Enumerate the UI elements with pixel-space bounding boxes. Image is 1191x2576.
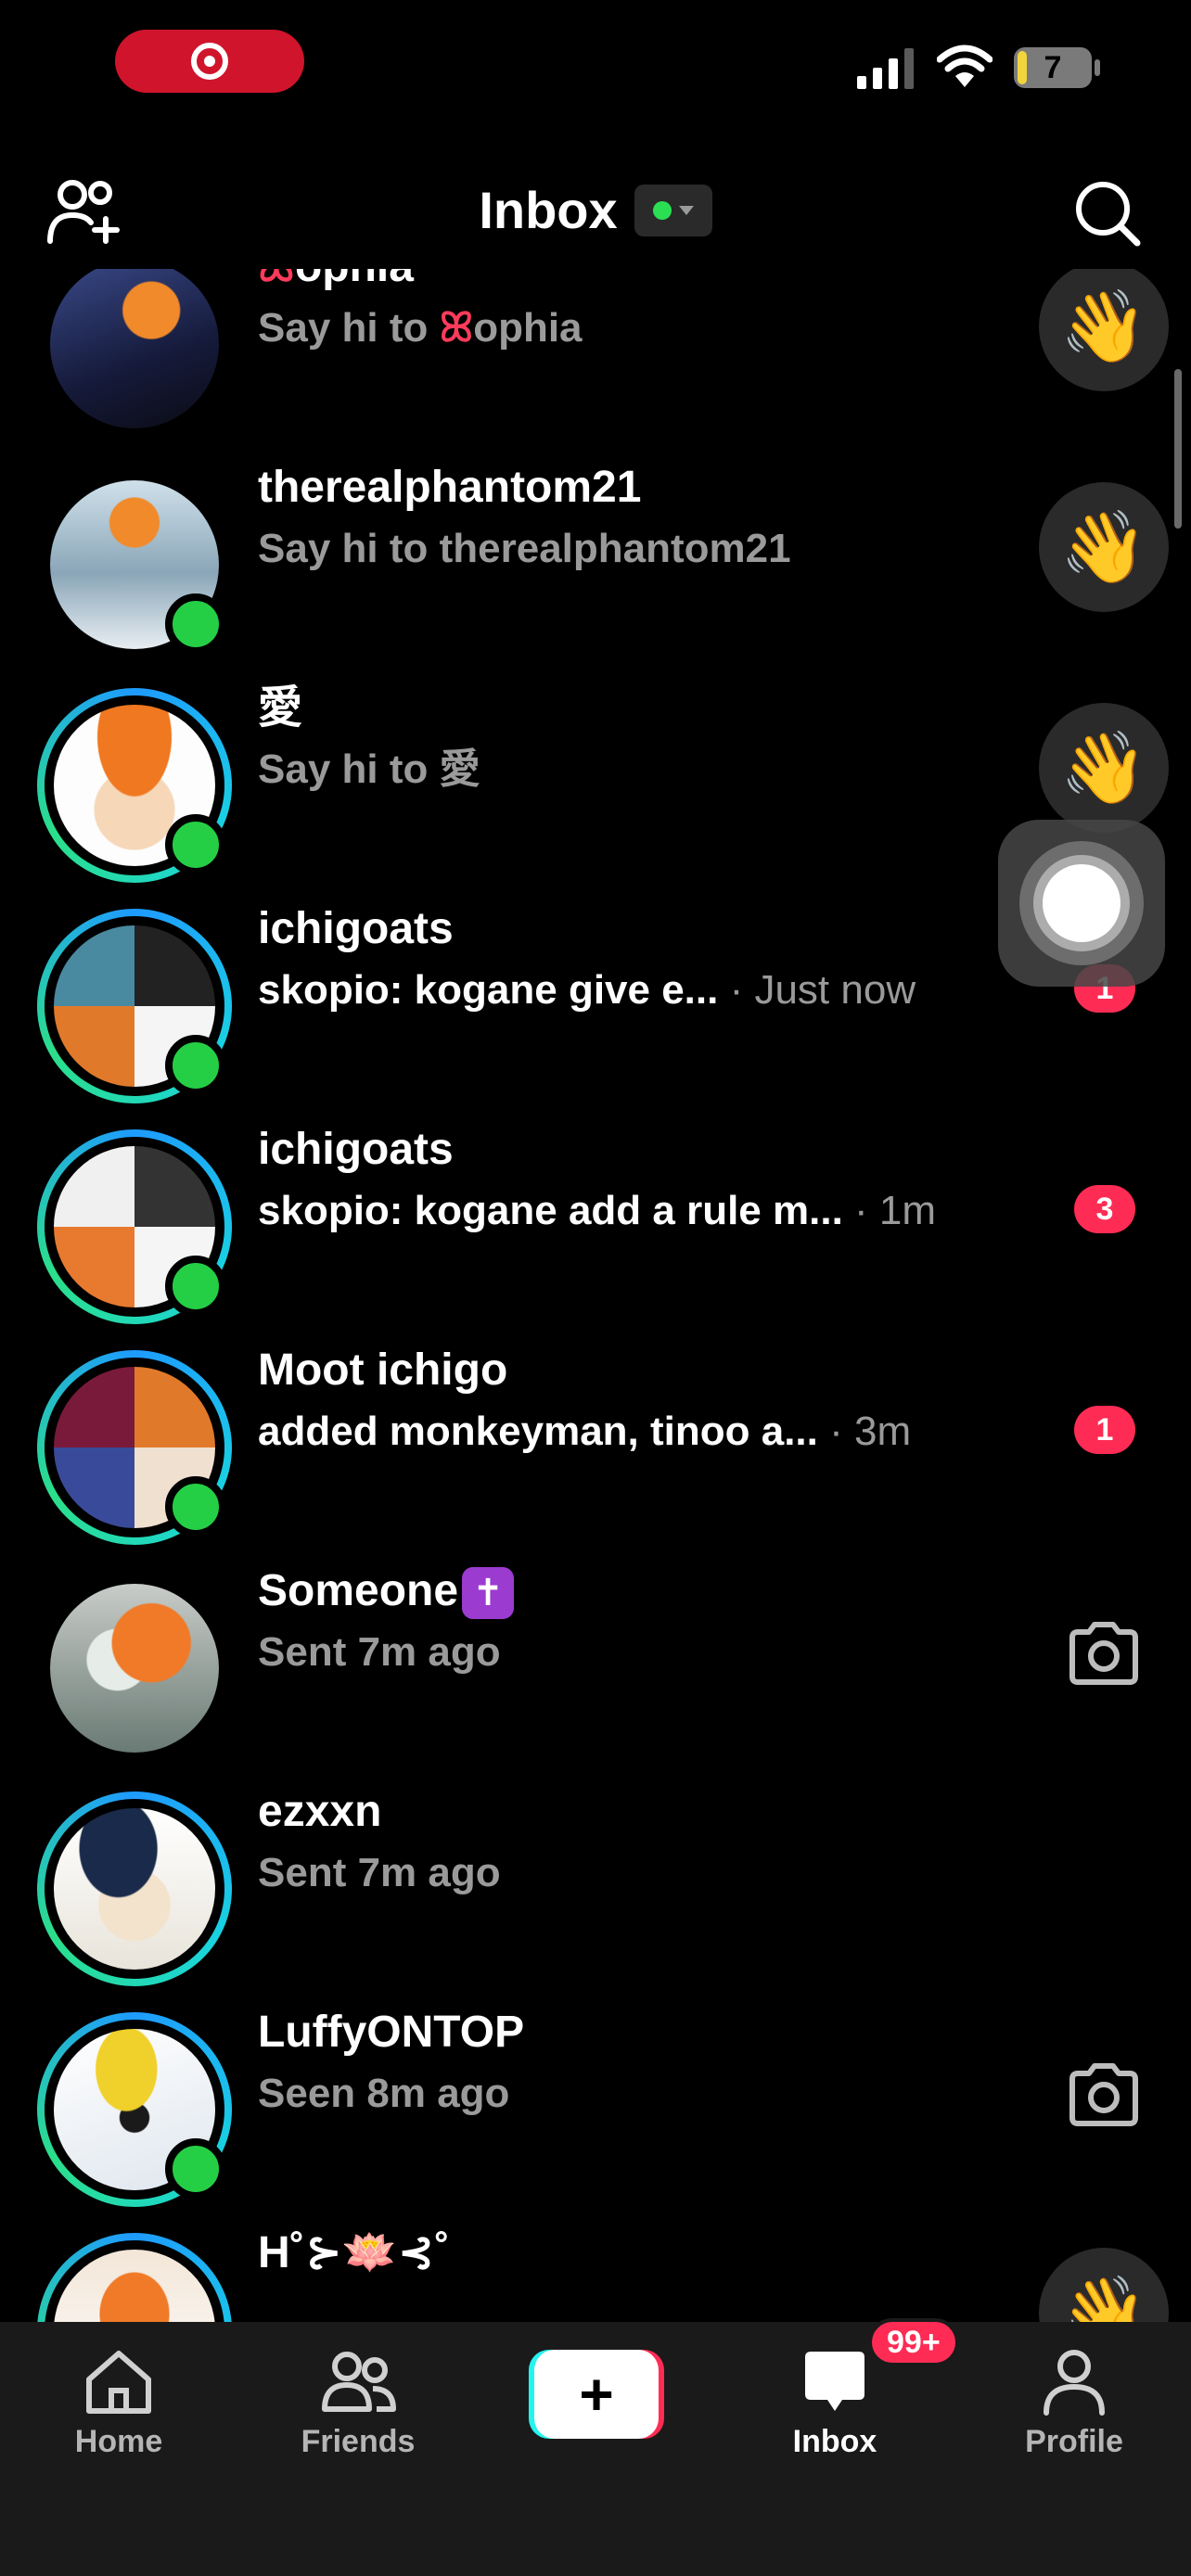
- inbox-icon-wrap: 99+: [796, 2318, 959, 2420]
- chat-name: ꕤophia: [258, 269, 1018, 297]
- tab-profile-label: Profile: [1025, 2424, 1123, 2459]
- chat-list[interactable]: ꕤophia Say hi to ꕤophia 👋 therealphantom…: [0, 269, 1191, 2322]
- chevron-down-icon: [678, 205, 694, 215]
- chat-preview: Say hi to therealphantom21: [258, 526, 791, 571]
- chat-row[interactable]: ꕤophia Say hi to ꕤophia 👋: [0, 269, 1191, 441]
- chat-name: ichigoats: [258, 904, 454, 953]
- online-status-toggle[interactable]: [634, 184, 712, 236]
- chat-row[interactable]: H˚⊱🪷⊰˚ 👋: [0, 2207, 1191, 2322]
- chat-preview: Sent 7m ago: [258, 1850, 501, 1895]
- record-icon: [191, 43, 228, 80]
- create-button-face: +: [534, 2350, 659, 2439]
- avatar[interactable]: [37, 1129, 232, 1324]
- search-icon[interactable]: [1072, 178, 1143, 249]
- unread-count-badge: 3: [1074, 1185, 1135, 1233]
- chat-name: Someone ✝: [258, 1562, 1018, 1621]
- tab-home-label: Home: [74, 2424, 163, 2459]
- status-bar: 7: [0, 0, 1191, 130]
- waving-hand-icon: 👋: [1059, 729, 1148, 808]
- chat-preview: Say hi to 愛: [258, 746, 480, 792]
- online-indicator: [165, 593, 226, 655]
- chat-row[interactable]: ezxxn Sent 7m ago: [0, 1766, 1191, 1986]
- chat-preview: skopio: kogane give e... · Just now: [258, 967, 916, 1013]
- inbox-icon: [805, 2352, 864, 2411]
- tab-friends[interactable]: Friends: [265, 2342, 451, 2481]
- chat-row[interactable]: Moot ichigo added monkeyman, tinoo a... …: [0, 1324, 1191, 1545]
- chat-name: LuffyONTOP: [258, 2008, 525, 2057]
- waving-hand-icon: 👋: [1059, 508, 1148, 587]
- waving-hand-icon: 👋: [1059, 2274, 1148, 2322]
- unread-count-badge: 1: [1074, 1406, 1135, 1454]
- cellular-signal-icon: [857, 48, 914, 89]
- assistive-touch-middle-ring: [1033, 855, 1130, 951]
- camera-icon[interactable]: [1067, 1621, 1141, 1686]
- online-indicator: [165, 2138, 226, 2200]
- inbox-unread-badge: 99+: [868, 2318, 959, 2366]
- tab-friends-label: Friends: [301, 2424, 416, 2459]
- wave-button[interactable]: 👋: [1039, 482, 1169, 612]
- chat-row[interactable]: LuffyONTOP Seen 8m ago: [0, 1986, 1191, 2207]
- assistive-touch-center: [1043, 864, 1121, 942]
- create-button[interactable]: +: [529, 2350, 664, 2439]
- chat-name: ichigoats: [258, 1125, 454, 1174]
- chat-row[interactable]: ichigoats skopio: kogane add a rule m...…: [0, 1103, 1191, 1324]
- message-time: · Just now: [718, 967, 916, 1013]
- wave-button[interactable]: 👋: [1039, 269, 1169, 391]
- chat-name: H˚⊱🪷⊰˚: [258, 2228, 450, 2277]
- chat-preview: added monkeyman, tinoo a... · 3m: [258, 1409, 912, 1454]
- assistive-touch-outer-ring: [1019, 841, 1144, 965]
- battery-indicator: 7: [1013, 46, 1102, 89]
- chat-name: 愛: [258, 683, 303, 733]
- avatar[interactable]: [37, 269, 232, 441]
- page-title: Inbox: [479, 181, 618, 239]
- bottom-tab-bar: Home Friends + 99+ Inbox Profile: [0, 2318, 1191, 2576]
- avatar-image: [50, 269, 219, 428]
- avatar[interactable]: [37, 1571, 232, 1766]
- chat-preview: Sent 7m ago: [258, 1629, 501, 1675]
- chat-row[interactable]: Someone ✝ Sent 7m ago: [0, 1545, 1191, 1766]
- chat-row[interactable]: therealphantom21 Say hi to therealphanto…: [0, 441, 1191, 662]
- waving-hand-icon: 👋: [1059, 287, 1148, 366]
- avatar[interactable]: [37, 2012, 232, 2207]
- plus-icon: +: [579, 2361, 614, 2428]
- wifi-icon: [937, 45, 992, 87]
- chat-preview: Say hi to ꕤophia: [258, 305, 583, 351]
- message-time: · 3m: [817, 1409, 912, 1454]
- avatar-image: [50, 1584, 219, 1753]
- avatar[interactable]: [37, 688, 232, 883]
- profile-icon: [1044, 2350, 1105, 2416]
- chat-name: ezxxn: [258, 1787, 382, 1836]
- tab-inbox[interactable]: 99+ Inbox: [742, 2318, 959, 2481]
- wave-button[interactable]: 👋: [1039, 703, 1169, 833]
- online-indicator: [165, 814, 226, 875]
- inbox-header: Inbox: [0, 158, 1191, 265]
- assistive-touch-button[interactable]: [998, 820, 1165, 987]
- home-icon: [86, 2351, 151, 2414]
- online-indicator: [165, 1256, 226, 1317]
- tab-profile[interactable]: Profile: [981, 2342, 1167, 2481]
- wave-button[interactable]: 👋: [1039, 2248, 1169, 2322]
- avatar[interactable]: [37, 1792, 232, 1986]
- online-indicator: [165, 1035, 226, 1096]
- avatar[interactable]: [37, 467, 232, 662]
- friends-icon: [322, 2352, 396, 2412]
- chat-preview: skopio: kogane add a rule m... · 1m: [258, 1188, 937, 1233]
- camera-icon[interactable]: [1067, 2062, 1141, 2127]
- chat-name: therealphantom21: [258, 463, 642, 512]
- avatar[interactable]: [37, 1350, 232, 1545]
- scrollbar[interactable]: [1174, 369, 1182, 529]
- avatar-image: [54, 1808, 215, 1970]
- chat-preview: Seen 8m ago: [258, 2071, 510, 2116]
- avatar[interactable]: [37, 909, 232, 1103]
- battery-level: 7: [1044, 49, 1062, 85]
- latin-cross-icon: ✝: [462, 1567, 515, 1620]
- online-indicator: [165, 1476, 226, 1537]
- message-time: · 1m: [842, 1188, 937, 1233]
- tab-inbox-label: Inbox: [792, 2424, 877, 2459]
- chat-name: Moot ichigo: [258, 1345, 508, 1395]
- screen-recording-indicator[interactable]: [115, 30, 304, 93]
- avatar[interactable]: [37, 2233, 232, 2322]
- tab-home[interactable]: Home: [26, 2342, 211, 2481]
- online-status-dot: [652, 200, 672, 220]
